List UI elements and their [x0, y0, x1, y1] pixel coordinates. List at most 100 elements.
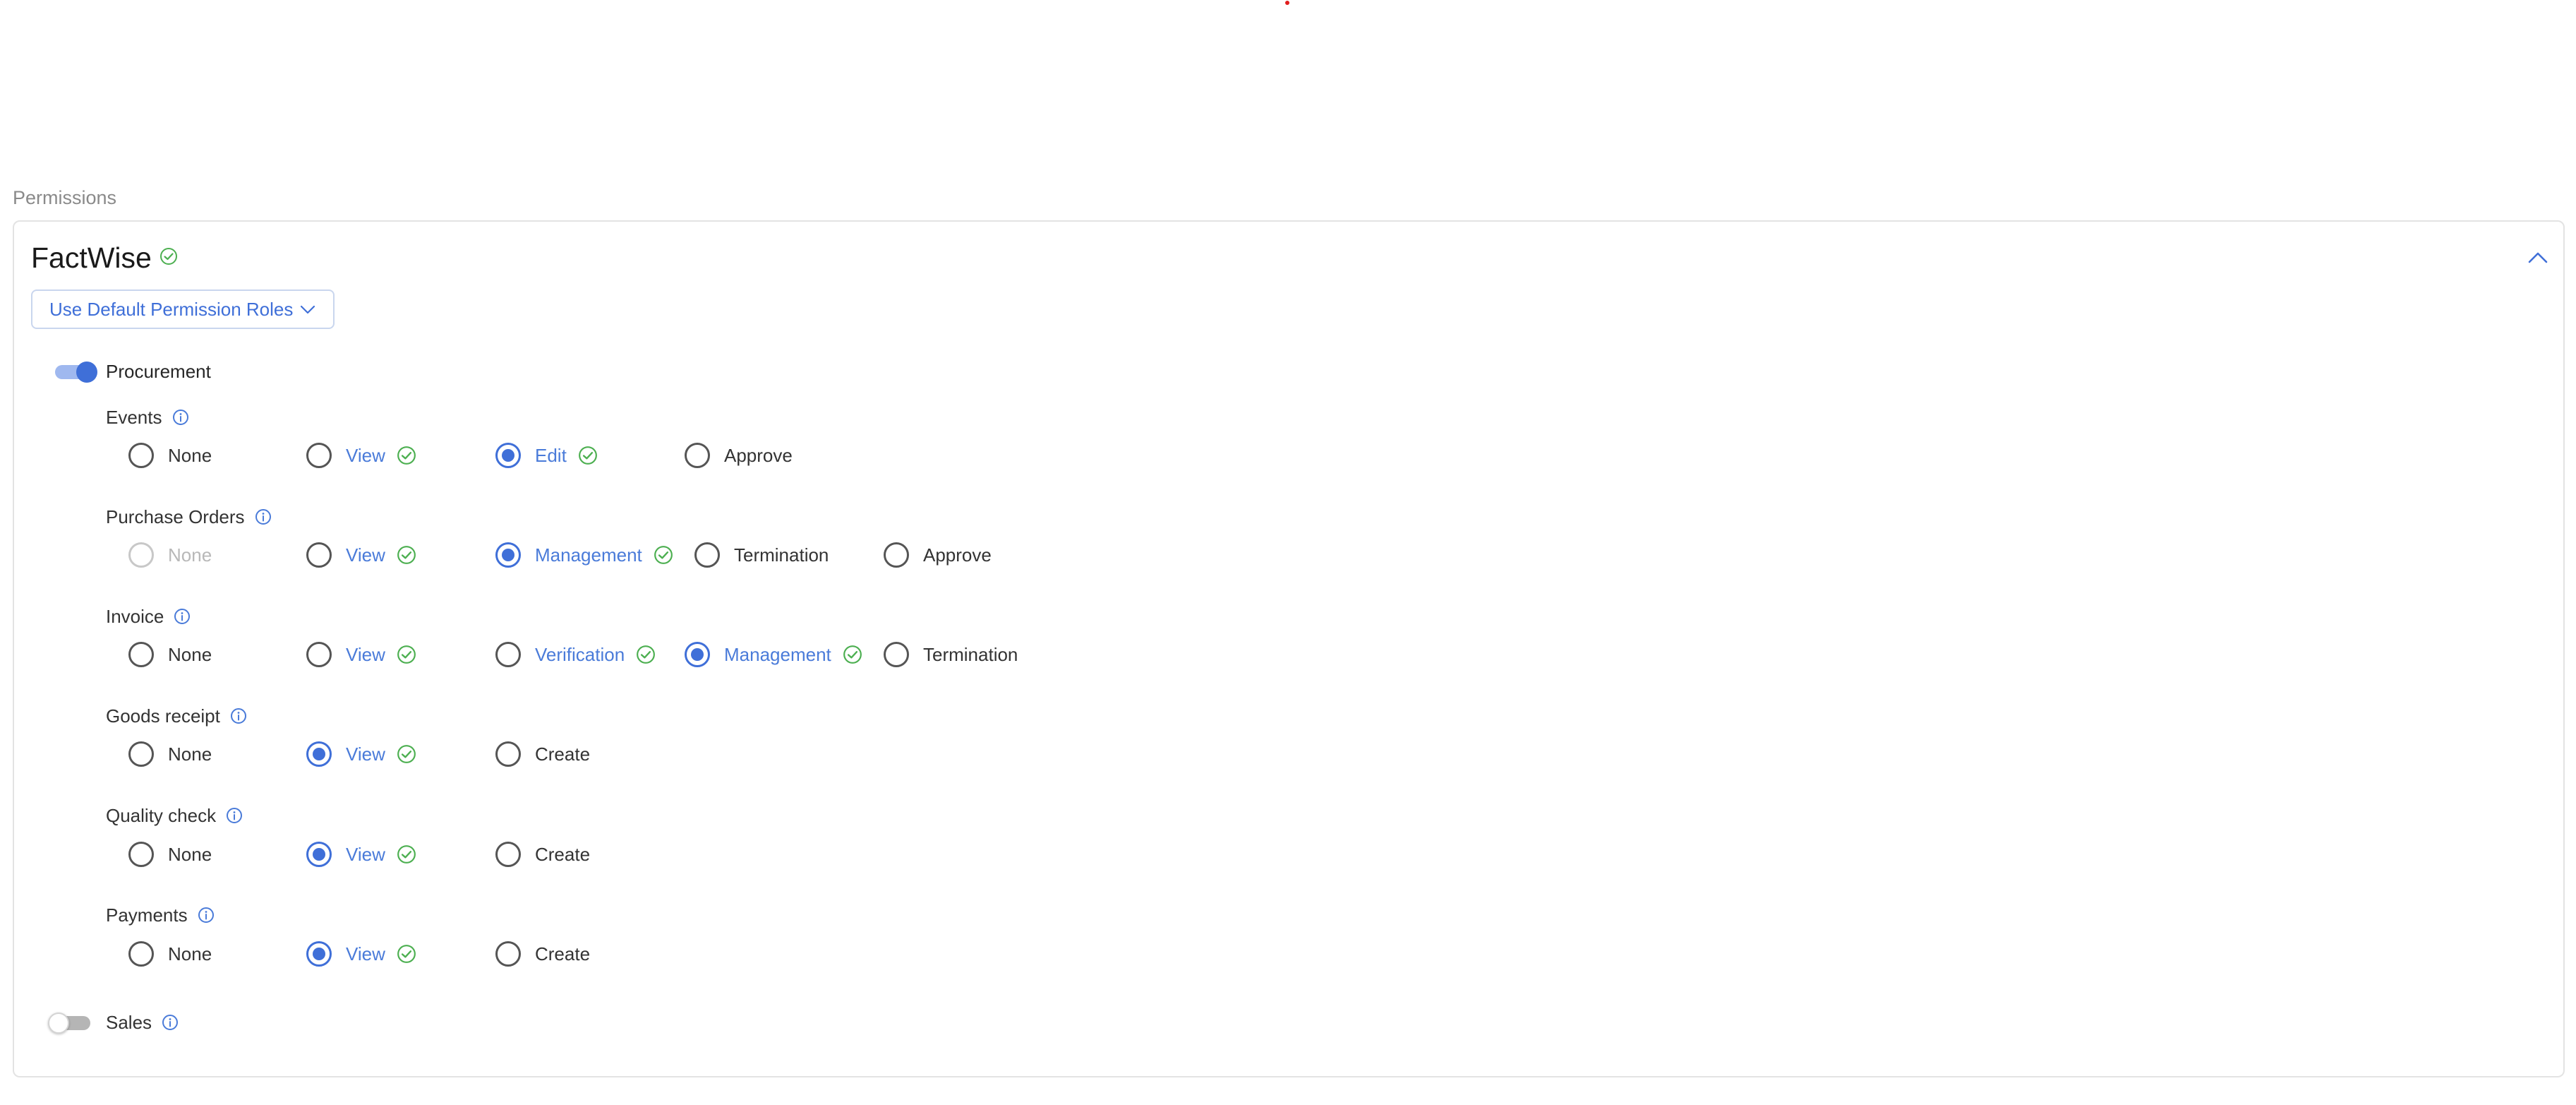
sales-toggle-knob: [48, 1013, 69, 1034]
info-icon[interactable]: [226, 807, 243, 824]
quality-check-option-none[interactable]: None: [128, 840, 212, 868]
radio-button-selected[interactable]: [306, 741, 332, 767]
granted-check-icon: [636, 645, 656, 664]
sales-toggle[interactable]: [48, 1013, 90, 1034]
quality-check-option-view[interactable]: View: [306, 840, 416, 868]
goods-receipt-option-none[interactable]: None: [128, 740, 212, 768]
radio-button[interactable]: [495, 842, 521, 867]
events-option-none[interactable]: None: [128, 441, 212, 470]
radio-button-selected[interactable]: [495, 443, 521, 468]
quality-check-label: Quality check: [106, 805, 217, 826]
radio-button[interactable]: [128, 842, 154, 867]
radio-button-selected[interactable]: [495, 542, 521, 568]
card-title: FactWise: [31, 241, 152, 274]
payments-option-none[interactable]: None: [128, 940, 212, 968]
permissions-page: Permissions FactWise Use Default Permiss…: [0, 0, 2576, 1105]
radio-button[interactable]: [884, 642, 909, 667]
option-label: View: [346, 844, 385, 865]
radio-button-selected[interactable]: [306, 842, 332, 867]
option-label: View: [346, 445, 385, 466]
option-label: Verification: [535, 644, 625, 665]
option-label: None: [168, 644, 212, 665]
info-icon[interactable]: [162, 1014, 179, 1031]
procurement-toggle[interactable]: [55, 362, 97, 383]
radio-button[interactable]: [685, 443, 710, 468]
section-label: Permissions: [13, 187, 117, 208]
purchase-orders-option-termination[interactable]: Termination: [694, 541, 829, 569]
info-icon[interactable]: [255, 508, 272, 525]
option-label: Create: [535, 844, 591, 865]
group-label-goods-receipt: Goods receipt: [106, 702, 247, 730]
default-roles-label: Use Default Permission Roles: [49, 298, 294, 320]
goods-receipt-option-create[interactable]: Create: [495, 740, 590, 768]
payments-option-create[interactable]: Create: [495, 940, 590, 968]
option-label: View: [346, 544, 385, 566]
collapse-button[interactable]: [2525, 247, 2551, 268]
option-label: Create: [535, 743, 591, 765]
granted-check-icon: [843, 645, 862, 664]
radio-button[interactable]: [495, 741, 521, 767]
group-label-purchase-orders: Purchase Orders: [106, 503, 272, 531]
events-option-view[interactable]: View: [306, 441, 416, 470]
option-label: None: [168, 445, 212, 466]
invoice-option-termination[interactable]: Termination: [884, 640, 1018, 669]
sales-label: Sales: [106, 1012, 152, 1033]
option-label: Management: [535, 544, 642, 566]
radio-button[interactable]: [306, 642, 332, 667]
granted-check-icon: [397, 645, 416, 664]
info-icon[interactable]: [230, 707, 247, 724]
purchase-orders-option-none: None: [128, 541, 212, 569]
payments-option-view[interactable]: View: [306, 940, 416, 968]
purchase-orders-option-view[interactable]: View: [306, 541, 416, 569]
radio-button-disabled: [128, 542, 154, 568]
radio-button[interactable]: [306, 542, 332, 568]
granted-check-icon: [397, 744, 416, 764]
goods-receipt-option-view[interactable]: View: [306, 740, 416, 768]
events-option-approve[interactable]: Approve: [685, 441, 793, 470]
radio-button[interactable]: [128, 443, 154, 468]
sales-label-row: Sales: [106, 1008, 179, 1037]
radio-button[interactable]: [128, 941, 154, 967]
radio-button[interactable]: [495, 941, 521, 967]
purchase-orders-option-approve[interactable]: Approve: [884, 541, 992, 569]
info-icon[interactable]: [174, 608, 191, 625]
purchase-orders-label: Purchase Orders: [106, 506, 245, 527]
radio-button-selected[interactable]: [306, 941, 332, 967]
radio-button[interactable]: [694, 542, 720, 568]
events-option-edit[interactable]: Edit: [495, 441, 598, 470]
invoice-option-none[interactable]: None: [128, 640, 212, 669]
radio-button[interactable]: [128, 642, 154, 667]
info-icon[interactable]: [172, 409, 189, 426]
option-label: Edit: [535, 445, 567, 466]
radio-button[interactable]: [306, 443, 332, 468]
option-label: Approve: [724, 445, 793, 466]
group-label-quality-check: Quality check: [106, 801, 243, 830]
use-default-roles-button[interactable]: Use Default Permission Roles: [31, 289, 335, 329]
invoice-option-view[interactable]: View: [306, 640, 416, 669]
radio-button-selected[interactable]: [685, 642, 710, 667]
invoice-option-verification[interactable]: Verification: [495, 640, 656, 669]
red-dot-marker: [1285, 1, 1289, 5]
purchase-orders-option-management[interactable]: Management: [495, 541, 673, 569]
granted-check-icon: [578, 446, 598, 465]
invoice-label: Invoice: [106, 606, 164, 627]
option-label: None: [168, 743, 212, 765]
granted-check-icon: [654, 545, 673, 565]
radio-button[interactable]: [495, 642, 521, 667]
granted-check-icon: [397, 545, 416, 565]
info-icon[interactable]: [198, 907, 215, 924]
goods-receipt-label: Goods receipt: [106, 705, 220, 727]
granted-check-icon: [397, 844, 416, 864]
invoice-option-management[interactable]: Management: [685, 640, 862, 669]
option-label: Approve: [923, 544, 992, 566]
option-label: View: [346, 743, 385, 765]
option-label: Create: [535, 943, 591, 964]
radio-button[interactable]: [128, 741, 154, 767]
chevron-down-icon: [300, 304, 315, 314]
payments-label: Payments: [106, 904, 188, 926]
option-label: View: [346, 943, 385, 964]
radio-button[interactable]: [884, 542, 909, 568]
quality-check-option-create[interactable]: Create: [495, 840, 590, 868]
option-label: Termination: [734, 544, 829, 566]
group-label-payments: Payments: [106, 901, 215, 929]
